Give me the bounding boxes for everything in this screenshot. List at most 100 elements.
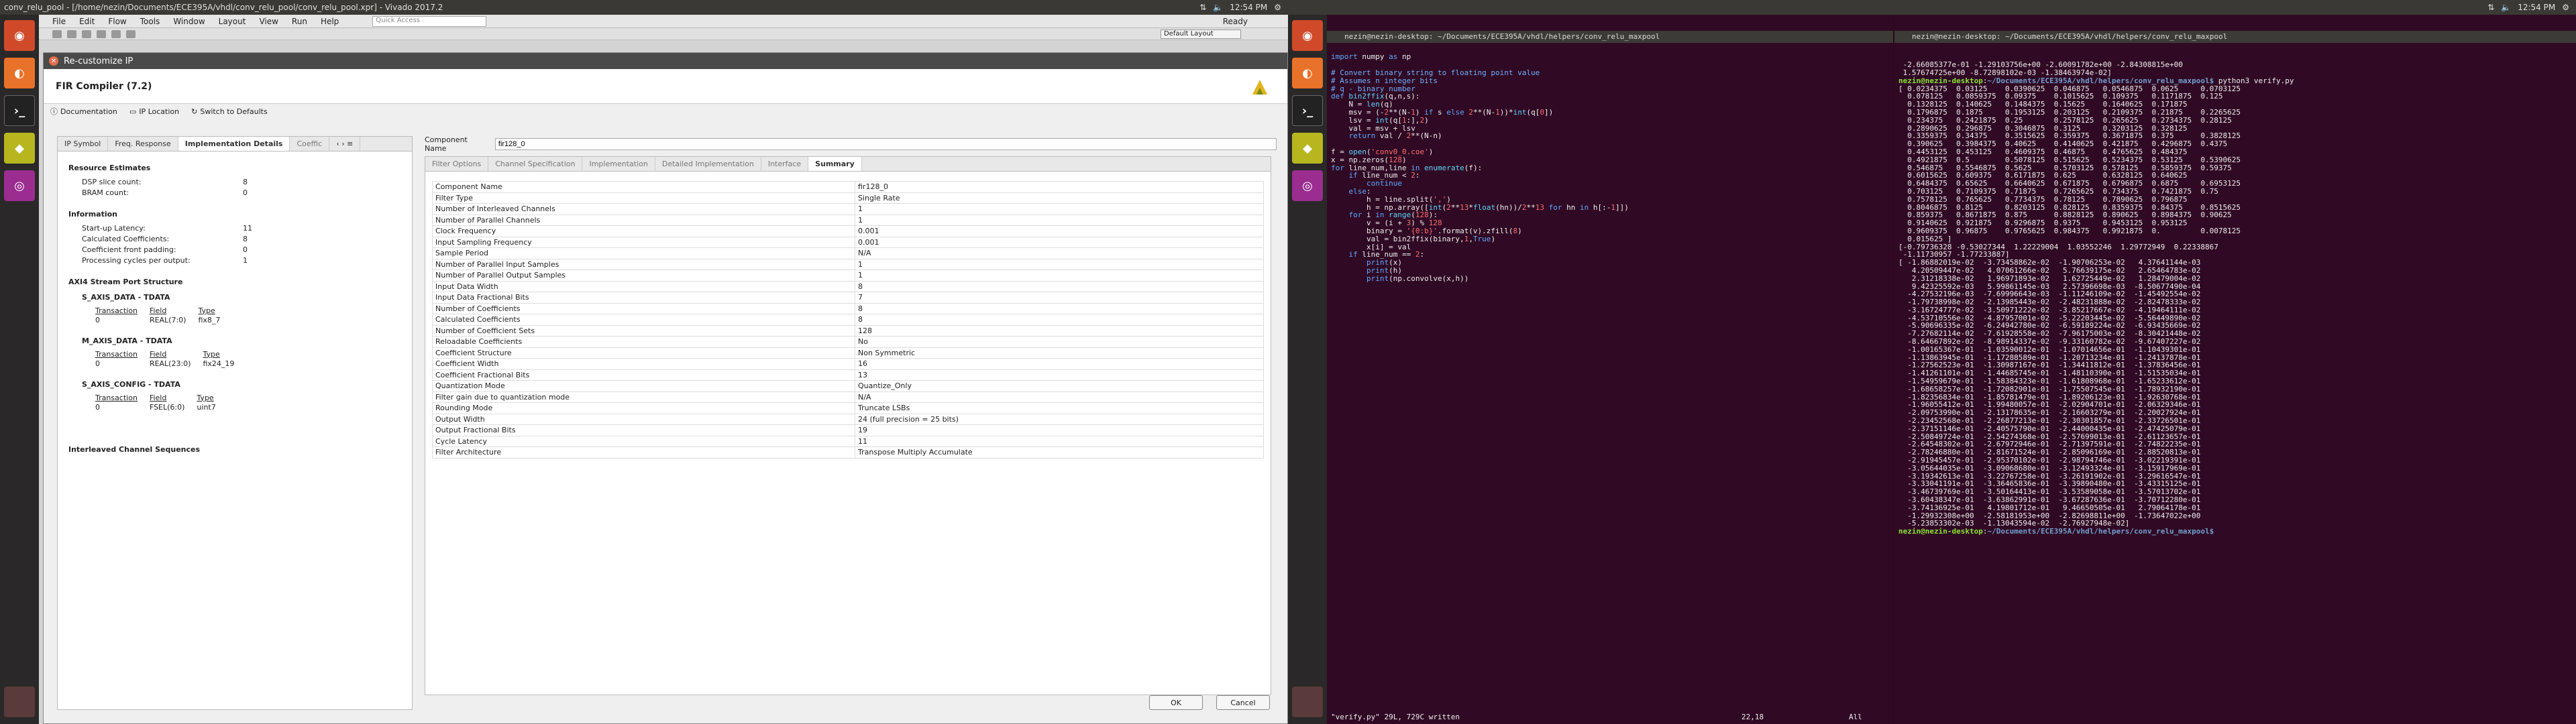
open-icon[interactable] [67,29,76,38]
ubuntu-home-icon[interactable]: ◉ [4,20,35,51]
switch-defaults-button[interactable]: ↻ Switch to Defaults [191,107,268,116]
tab-coefficients[interactable]: Coeffic [290,137,330,151]
network-icon[interactable]: ⇅ [1199,3,1206,12]
component-name-input[interactable] [494,138,1277,150]
vivado-icon[interactable]: ◆ [1292,133,1323,164]
terminal-icon[interactable]: ›_ [1292,95,1323,126]
vivado-icon[interactable]: ◆ [4,133,35,164]
menu-bar: File Edit Flow Tools Window Layout View … [39,15,1288,28]
cancel-button[interactable]: Cancel [1216,695,1270,710]
close-icon[interactable]: ✕ [49,56,58,66]
shell-title: nezin@nezin-desktop: ~/Documents/ECE395A… [1894,30,2576,43]
summary-value: 1 [855,203,1264,215]
new-icon[interactable] [52,29,62,38]
redo-icon[interactable] [111,29,121,38]
menu-run[interactable]: Run [292,17,307,26]
firefox-icon[interactable]: ◐ [1292,58,1323,88]
tab-implementation[interactable]: Implementation [582,157,655,171]
menu-help[interactable]: Help [321,17,339,26]
summary-value: 11 [855,435,1264,447]
save-icon[interactable] [82,29,91,38]
menu-file[interactable]: File [52,17,66,26]
menu-edit[interactable]: Edit [79,17,95,26]
summary-key: Rounding Mode [432,402,855,414]
summary-value: 8 [855,302,1264,314]
tab-interface[interactable]: Interface [761,157,809,171]
shell-line: nezin@nezin-desktop:~/Documents/ECE395A/… [1898,76,2294,85]
vim-buffer[interactable]: import numpy as np # Convert binary stri… [1327,50,1893,285]
summary-row: Coefficient Width 16 [432,358,1264,370]
summary-key: Filter gain due to quantization mode [432,391,855,403]
menu-tools[interactable]: Tools [140,17,160,26]
app-icon[interactable]: ◎ [1292,170,1323,201]
axi-block: S_AXIS_CONFIG - TDATA Transaction Field Ty… [82,380,216,412]
clock[interactable]: 12:54 PM [1230,3,1267,12]
summary-value: 1 [855,214,1264,226]
summary-row: Filter Type Single Rate [432,192,1264,204]
tab-implementation-details[interactable]: Implementation Details [178,137,290,151]
vim-statusline: "verify.py" 29L, 729C written 22,18 All [1331,713,1862,722]
left-monitor: conv_relu_pool - [/home/nezin/Documents/… [0,0,1288,724]
summary-value: Quantize_Only [855,380,1264,392]
menu-window[interactable]: Window [173,17,205,26]
shell-output[interactable]: -2.66085377e-01 -1.29103756e+00 -2.60091… [1894,58,2576,538]
run-icon[interactable] [126,29,136,38]
layout-select[interactable]: Default Layout [1161,29,1241,39]
tab-scroll-arrows[interactable]: ‹ › ≡ [329,137,361,151]
summary-value: 19 [855,424,1264,436]
ok-button[interactable]: OK [1149,695,1203,710]
summary-key: Input Data Fractional Bits [432,292,855,304]
component-name-row: Component Name [425,135,1277,153]
summary-row: Filter gain due to quantization mode N/A [432,391,1264,403]
summary-table: Component Name fir128_0 Filter Type Single … [432,181,1264,459]
tab-channel-specification[interactable]: Channel Specification [488,157,583,171]
quick-access-input[interactable]: Quick Access [372,15,487,27]
vim-terminal[interactable]: nezin@nezin-desktop: ~/Documents/ECE395A… [1327,15,1893,724]
volume-icon[interactable]: 🔈 [2501,3,2511,12]
ubuntu-home-icon[interactable]: ◉ [1292,20,1323,51]
summary-row: Number of Parallel Output Samples 1 [432,269,1264,282]
summary-value: 8 [855,280,1264,292]
app-icon[interactable]: ◎ [4,170,35,201]
shell-line: 0.4921875 0.5 0.5078125 0.515625 0.52343… [1898,155,2241,164]
summary-value: Non Symmetric [855,347,1264,359]
trash-icon[interactable] [4,686,35,717]
summary-row: Number of Coefficient Sets 128 [432,324,1264,337]
shell-line: 0.7578125 0.765625 0.7734375 0.78125 0.7… [1898,194,2188,204]
shell-line: 4.20509447e-02 4.07061266e-02 5.76639175… [1898,265,2201,275]
tab-ip-symbol[interactable]: IP Symbol [58,137,109,151]
trash-icon[interactable] [1292,686,1323,717]
summary-row: Input Data Width 8 [432,280,1264,292]
documentation-button[interactable]: ⓘ Documentation [50,106,117,117]
network-icon[interactable]: ⇅ [2487,3,2494,12]
shell-line: nezin@nezin-desktop:~/Documents/ECE395A/… [1898,527,2214,536]
summary-key: Filter Architecture [432,446,855,459]
tab-freq-response[interactable]: Freq. Response [108,137,178,151]
axi-block: S_AXIS_DATA - TDATA Transaction Field Type… [82,293,221,324]
summary-value: fir128_0 [855,181,1264,193]
menu-flow[interactable]: Flow [108,17,126,26]
shell-terminal[interactable]: nezin@nezin-desktop: ~/Documents/ECE395A… [1894,15,2576,724]
terminal-icon[interactable]: ›_ [4,95,35,126]
clock-right[interactable]: 12:54 PM [2518,3,2555,12]
right-panel: Component Name Filter Options Channel Sp… [425,135,1277,710]
summary-row: Output Fractional Bits 19 [432,424,1264,436]
summary-row: Component Name fir128_0 [432,181,1264,193]
tab-detailed-implementation[interactable]: Detailed Implementation [655,157,761,171]
tab-summary[interactable]: Summary [808,157,862,171]
window-title: conv_relu_pool - [/home/nezin/Documents/… [4,3,443,12]
refresh-icon: ↻ [191,107,198,116]
menu-layout[interactable]: Layout [219,17,246,26]
gear-icon[interactable]: ⚙ [1274,3,1281,12]
menu-view[interactable]: View [259,17,278,26]
tab-filter-options[interactable]: Filter Options [425,157,489,171]
summary-row: Number of Coefficients 8 [432,302,1264,314]
undo-icon[interactable] [97,29,106,38]
summary-value: 16 [855,358,1264,370]
resource-title: Resource Estimates [68,164,151,172]
ip-location-button[interactable]: ▭ IP Location [129,107,179,116]
info-title: Information [68,210,117,219]
firefox-icon[interactable]: ◐ [4,58,35,88]
volume-icon[interactable]: 🔈 [1213,3,1223,12]
gear-icon[interactable]: ⚙ [2562,3,2569,12]
